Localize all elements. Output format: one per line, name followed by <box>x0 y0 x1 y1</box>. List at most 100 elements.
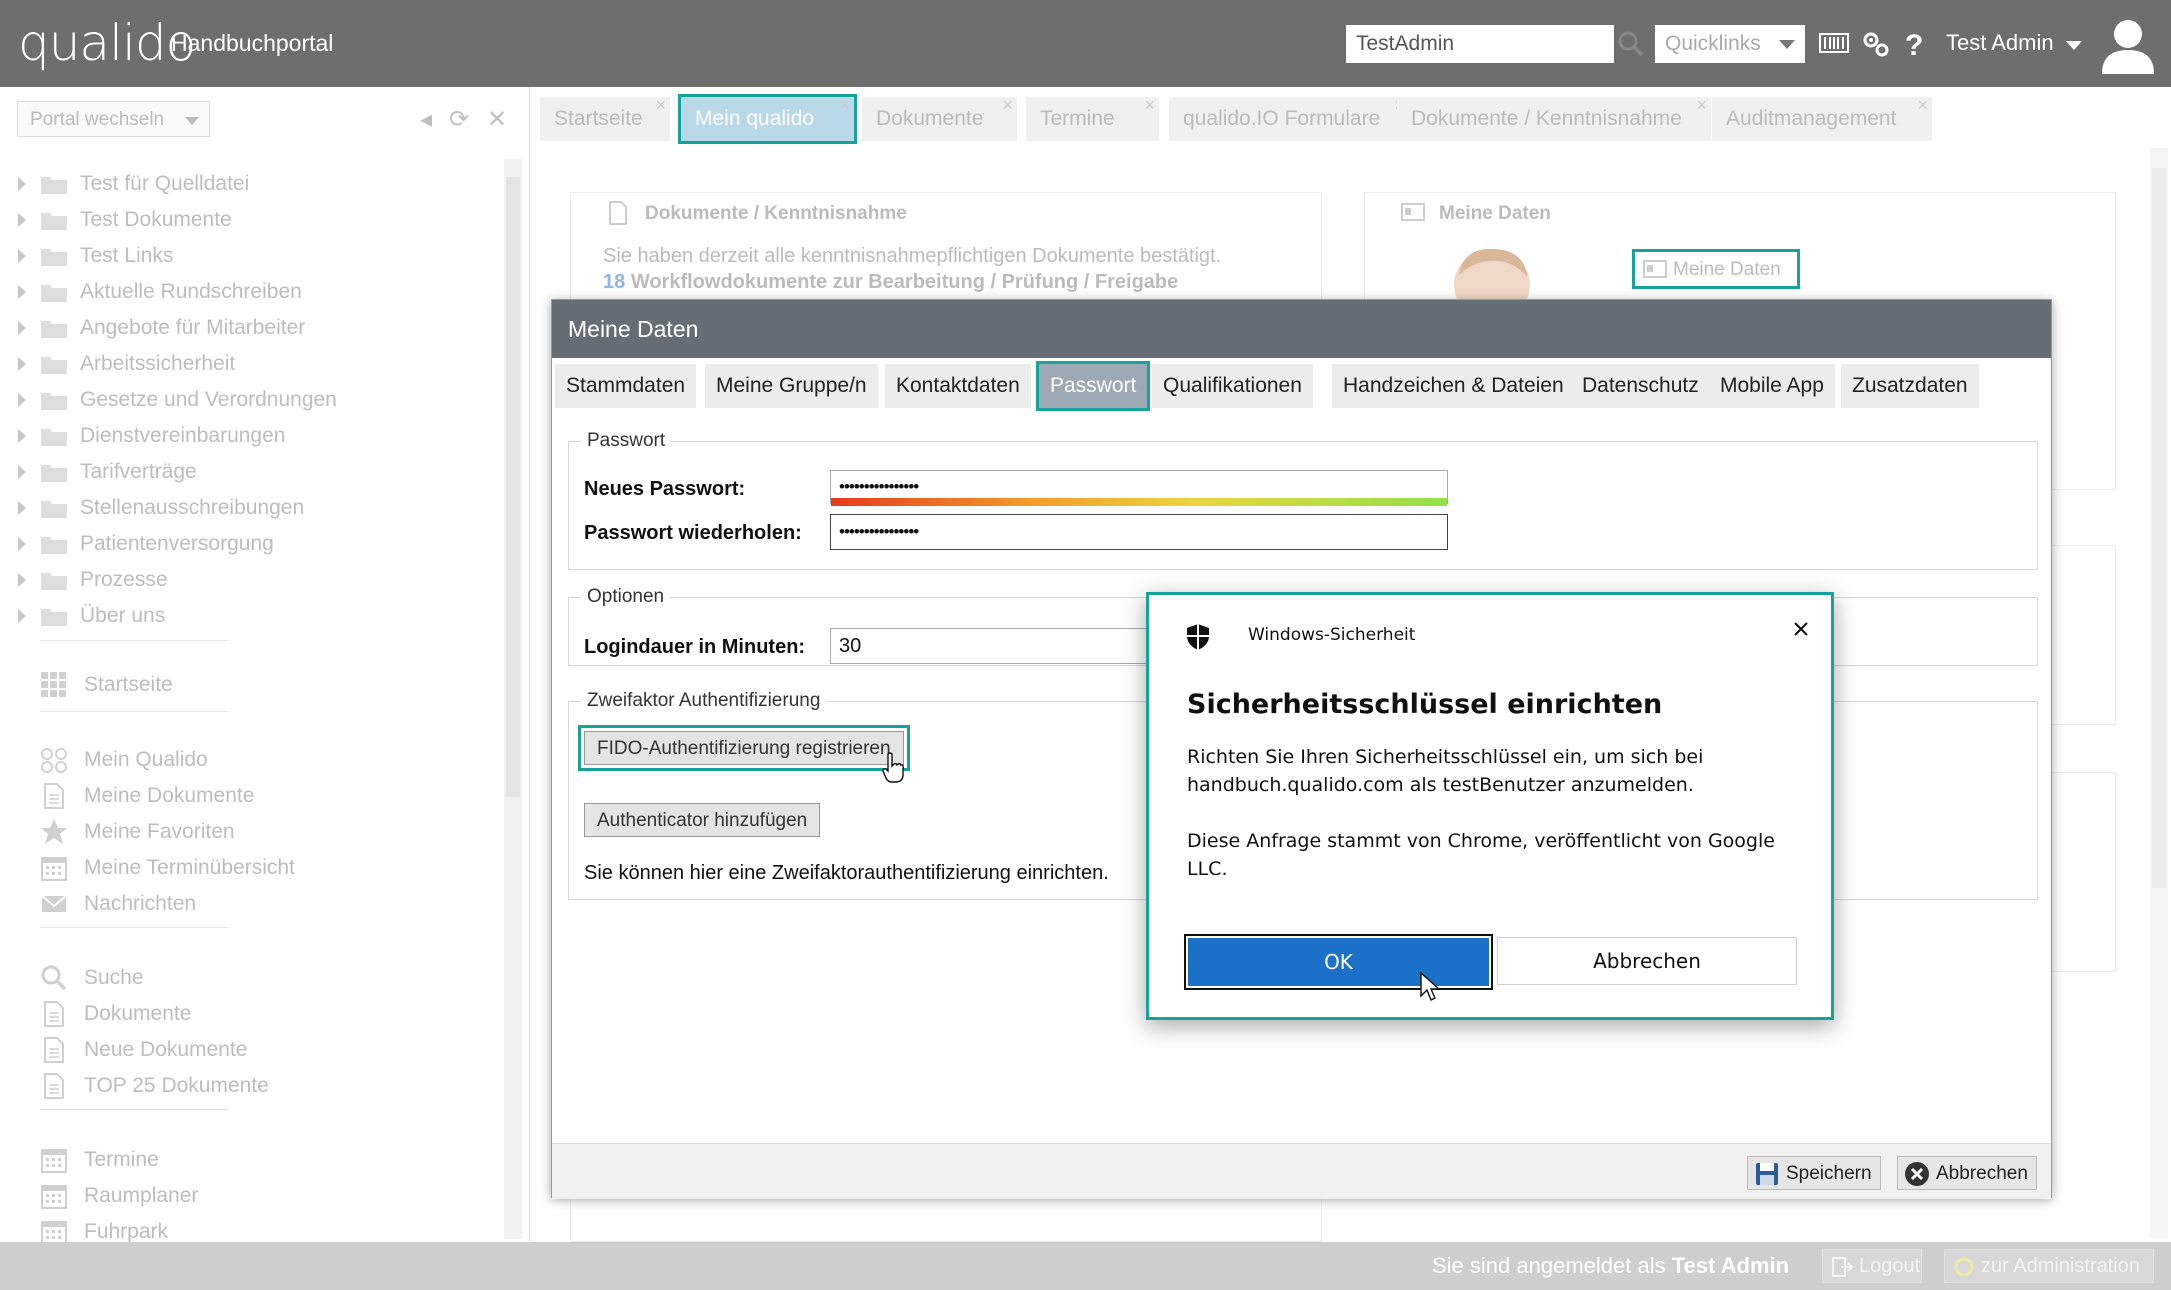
expand-arrow-icon[interactable] <box>18 321 26 335</box>
tree-folder-item[interactable]: Stellenausschreibungen <box>18 493 304 523</box>
sidebar-nav-label: Dokumente <box>84 1002 192 1025</box>
refresh-icon[interactable]: ⟳ <box>449 105 469 134</box>
user-menu-name[interactable]: Test Admin <box>1946 30 2054 56</box>
tree-folder-item[interactable]: Angebote für Mitarbeiter <box>18 313 305 343</box>
expand-arrow-icon[interactable] <box>18 609 26 623</box>
grid-icon <box>41 672 66 697</box>
cancel-button[interactable]: Abbrechen <box>1897 1156 2037 1190</box>
expand-arrow-icon[interactable] <box>18 573 26 587</box>
avatar[interactable] <box>2096 14 2160 74</box>
expand-arrow-icon[interactable] <box>18 357 26 371</box>
tab-qualido-io-formulare[interactable]: qualido.IO Formulare× <box>1169 95 1409 141</box>
tree-folder-item[interactable]: Dienstvereinbarungen <box>18 421 285 451</box>
quicklinks-dropdown[interactable]: Quicklinks <box>1655 25 1805 63</box>
sidebar-nav-item[interactable]: Nachrichten <box>40 889 196 919</box>
expand-arrow-icon[interactable] <box>18 177 26 191</box>
logout-icon <box>1832 1257 1853 1277</box>
repeat-password-label: Passwort wiederholen: <box>584 522 802 544</box>
sidebar-nav-item[interactable]: Dokumente <box>40 999 191 1029</box>
repeat-password-input[interactable] <box>830 514 1448 550</box>
tree-folder-item[interactable]: Arbeitssicherheit <box>18 349 235 379</box>
sidebar-nav-item[interactable]: Meine Terminübersicht <box>40 853 295 883</box>
collapse-left-icon[interactable]: ◂ <box>420 105 432 134</box>
expand-arrow-icon[interactable] <box>18 537 26 551</box>
tab-zusatzdaten[interactable]: Zusatzdaten <box>1841 364 1979 408</box>
tab-datenschutz[interactable]: Datenschutz <box>1571 364 1710 408</box>
tab-handzeichen-dateien[interactable]: Handzeichen & Dateien <box>1332 364 1575 408</box>
save-button[interactable]: Speichern <box>1747 1156 1881 1190</box>
close-icon[interactable]: × <box>1696 95 1707 116</box>
tab-dokumente-kenntnisnahme[interactable]: Dokumente / Kenntnisnahme × <box>1397 95 1711 141</box>
sidebar-nav-item[interactable]: Raumplaner <box>40 1181 198 1211</box>
tree-folder-item[interactable]: Patientenversorgung <box>18 529 274 559</box>
admin-button[interactable]: zur Administration <box>1944 1249 2154 1283</box>
tab-qualifikationen[interactable]: Qualifikationen <box>1152 364 1313 408</box>
close-icon[interactable]: ✕ <box>487 105 507 134</box>
portal-switch-dropdown[interactable]: Portal wechseln <box>17 101 210 137</box>
expand-arrow-icon[interactable] <box>18 501 26 515</box>
tab-startseite[interactable]: Startseite × <box>540 95 670 141</box>
tree-folder-item[interactable]: Gesetze und Verordnungen <box>18 385 337 415</box>
tab-mein-qualido[interactable]: Mein qualido × <box>678 94 857 144</box>
tree-folder-item[interactable]: Test für Quelldatei <box>18 169 249 199</box>
workflow-docs-link[interactable]: 18 Workflowdokumente zur Bearbeitung / P… <box>603 271 1178 294</box>
login-duration-input[interactable] <box>830 628 1150 664</box>
sidebar-nav-item[interactable]: Mein Qualido <box>40 745 208 775</box>
barcode-icon[interactable] <box>1818 28 1850 60</box>
meine-daten-button[interactable]: Meine Daten <box>1632 249 1800 289</box>
scrollbar-thumb[interactable] <box>506 177 520 797</box>
tab-kontaktdaten[interactable]: Kontaktdaten <box>885 364 1031 408</box>
tab-stammdaten[interactable]: Stammdaten <box>555 364 697 408</box>
tree-folder-item[interactable]: Über uns <box>18 601 165 631</box>
sidebar-nav-label: Startseite <box>84 673 173 696</box>
qualido-logo[interactable]: qualido <box>18 14 196 72</box>
expand-arrow-icon[interactable] <box>18 393 26 407</box>
search-icon[interactable] <box>1617 30 1645 58</box>
tree-folder-item[interactable]: Prozesse <box>18 565 168 595</box>
expand-arrow-icon[interactable] <box>18 285 26 299</box>
gears-icon[interactable] <box>1860 28 1892 60</box>
sidebar-nav-item[interactable]: Meine Dokumente <box>40 781 254 811</box>
tab-passwort[interactable]: Passwort <box>1035 361 1151 411</box>
tab-mobile-app[interactable]: Mobile App <box>1709 364 1835 408</box>
add-authenticator-button[interactable]: Authenticator hinzufügen <box>584 803 821 837</box>
close-icon[interactable] <box>1785 613 1817 645</box>
expand-arrow-icon[interactable] <box>18 465 26 479</box>
tree-folder-item[interactable]: Tarifverträge <box>18 457 197 487</box>
close-icon[interactable]: × <box>1917 95 1928 116</box>
tab-dokumente[interactable]: Dokumente × <box>862 95 1017 141</box>
sidebar-nav-item[interactable]: Neue Dokumente <box>40 1035 247 1065</box>
sidebar-nav-item[interactable]: TOP 25 Dokumente <box>40 1071 269 1101</box>
tree-folder-item[interactable]: Test Links <box>18 241 173 271</box>
tab-auditmanagement[interactable]: Auditmanagement × <box>1712 95 1932 141</box>
expand-arrow-icon[interactable] <box>18 213 26 227</box>
search-input[interactable] <box>1346 25 1614 63</box>
main-scrollbar[interactable] <box>2150 148 2168 1238</box>
sidebar-divider <box>40 711 228 712</box>
chevron-down-icon[interactable] <box>2066 41 2082 50</box>
close-icon[interactable]: × <box>839 95 850 116</box>
tab-termine[interactable]: Termine × <box>1026 95 1159 141</box>
calendar-icon <box>41 857 67 881</box>
tree-folder-item[interactable]: Test Dokumente <box>18 205 232 235</box>
sidebar-nav-item[interactable]: Termine <box>40 1145 159 1175</box>
scrollbar-thumb[interactable] <box>2152 168 2166 888</box>
expand-arrow-icon[interactable] <box>18 249 26 263</box>
ok-button[interactable]: OK <box>1184 934 1493 990</box>
help-icon[interactable]: ? <box>1898 28 1930 60</box>
tab-meine-gruppen[interactable]: Meine Gruppe/n <box>705 364 878 408</box>
expand-arrow-icon[interactable] <box>18 429 26 443</box>
sidebar-nav-item[interactable]: Meine Favoriten <box>40 817 235 847</box>
tree-folder-item[interactable]: Aktuelle Rundschreiben <box>18 277 302 307</box>
close-icon[interactable]: × <box>1144 95 1155 116</box>
close-icon[interactable]: × <box>1002 95 1013 116</box>
close-icon[interactable]: × <box>655 95 666 116</box>
sidebar-nav-item[interactable]: Suche <box>40 963 144 993</box>
sidebar-nav-item[interactable]: Startseite <box>40 670 173 700</box>
sidebar-scrollbar[interactable] <box>504 159 522 1239</box>
fido-register-button[interactable]: FIDO-Authentifizierung registrieren <box>578 725 910 771</box>
logout-button[interactable]: Logout <box>1822 1249 1922 1283</box>
docs-status-text: Sie haben derzeit alle kenntnisnahmepfli… <box>603 245 1222 267</box>
abbrechen-button[interactable]: Abbrechen <box>1497 937 1797 985</box>
portal-switch-label: Portal wechseln <box>30 109 165 130</box>
